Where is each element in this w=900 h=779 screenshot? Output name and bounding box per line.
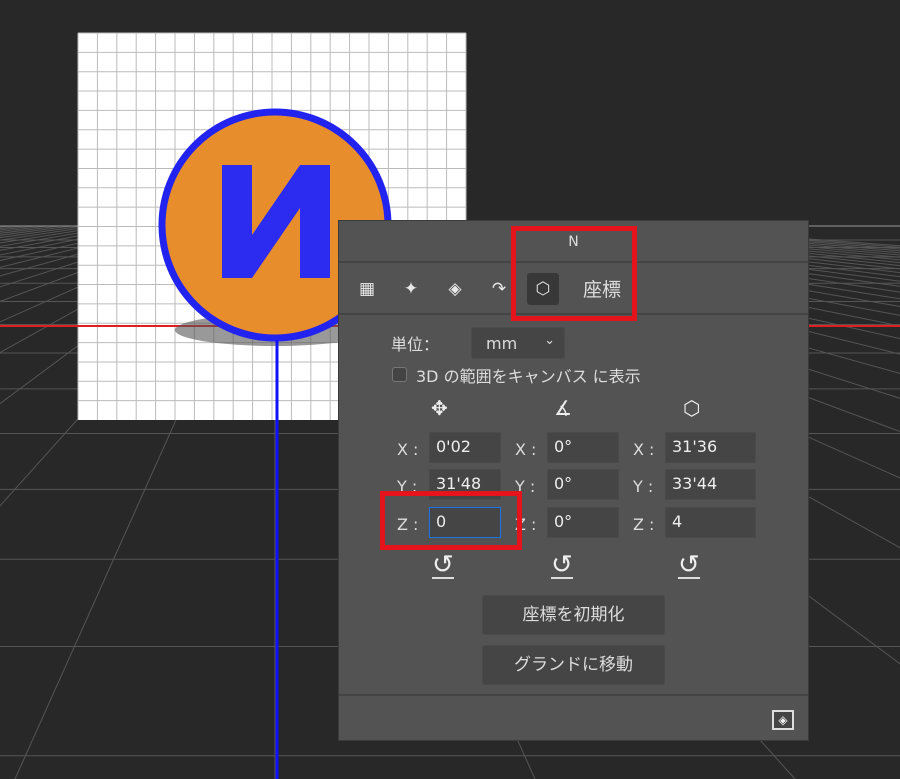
position-y-input[interactable]: 31'48 — [429, 469, 501, 500]
3d-object-icon[interactable]: ◈ — [772, 710, 794, 730]
rotation-y-input[interactable]: 0° — [547, 469, 619, 500]
panel-footer — [339, 694, 808, 696]
reset-coordinates-button[interactable]: 座標を初期化 — [482, 595, 665, 635]
panel-header: N — [339, 221, 808, 263]
cap-icon[interactable]: ◈ — [439, 273, 471, 305]
axis-label: Y : — [633, 477, 654, 496]
move-icon: ✥ — [431, 396, 448, 420]
mesh-icon[interactable]: ▦ — [351, 273, 383, 305]
inflate-icon[interactable]: ↷ — [483, 273, 515, 305]
scale-y-input[interactable]: 33'44 — [665, 469, 756, 500]
rotation-z-input[interactable]: 0° — [547, 507, 619, 538]
scale-x-input[interactable]: 31'36 — [665, 432, 756, 463]
tab-bar: ▦ ✦ ◈ ↷ ⬡ 座標 — [339, 263, 808, 315]
scale-z-input[interactable]: 4 — [665, 507, 756, 538]
scale-icon: ⬡ — [683, 396, 701, 420]
rotation-x-input[interactable]: 0° — [547, 432, 619, 463]
axis-label: Z : — [515, 515, 537, 534]
axis-label: Z : — [633, 515, 655, 534]
position-x-input[interactable]: 0'02 — [429, 432, 501, 463]
axis-label: X : — [397, 440, 419, 459]
reset-scale-icon[interactable]: ↺ — [678, 552, 700, 579]
position-z-input[interactable]: 0 — [429, 507, 501, 538]
axis-label: Y : — [397, 477, 418, 496]
axis-label: X : — [515, 440, 537, 459]
move-to-ground-button[interactable]: グランドに移動 — [482, 645, 665, 685]
coordinates-icon[interactable]: ⬡ — [527, 273, 559, 305]
chevron-down-icon: ⌄ — [544, 333, 555, 348]
angle-icon: ∡ — [554, 396, 572, 420]
deform-icon[interactable]: ✦ — [395, 273, 427, 305]
axis-label: Z : — [397, 515, 419, 534]
show-extent-label[interactable]: 3D の範囲をキャンバス に表示 — [416, 363, 641, 387]
reset-rotation-icon[interactable]: ↺ — [551, 552, 573, 579]
show-extent-checkbox[interactable] — [392, 367, 407, 382]
unit-label: 単位： — [391, 335, 440, 354]
unit-value: mm — [486, 334, 518, 353]
reset-position-icon[interactable]: ↺ — [432, 552, 454, 579]
unit-select[interactable]: mm ⌄ — [471, 327, 565, 359]
axis-label: X : — [633, 440, 655, 459]
axis-label: Y : — [515, 477, 536, 496]
tab-coordinates[interactable]: 座標 — [583, 275, 621, 302]
properties-panel: N ▦ ✦ ◈ ↷ ⬡ 座標 単位： mm ⌄ 3D の範囲をキャンバス に表示 … — [338, 220, 809, 741]
